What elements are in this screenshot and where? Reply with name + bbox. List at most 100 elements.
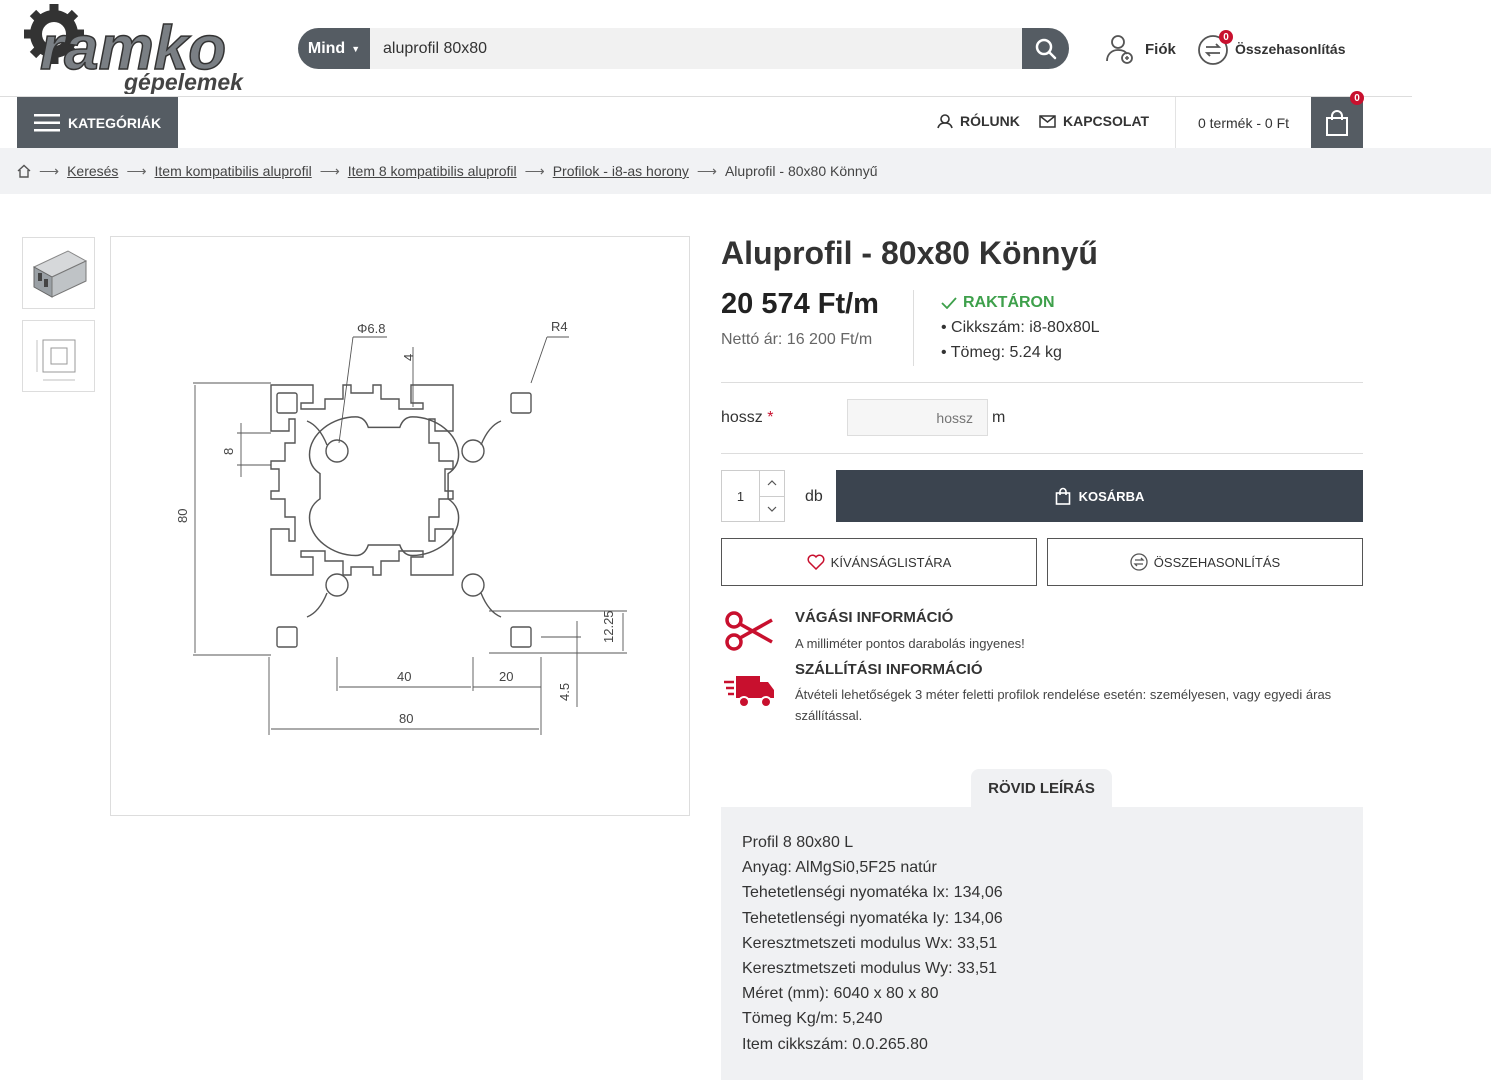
breadcrumb-arrow: ⟶ bbox=[696, 162, 717, 179]
dim-label-width: 80 bbox=[399, 711, 413, 726]
shipping-info-text: Átvételi lehetőségek 3 méter feletti pro… bbox=[795, 687, 1332, 723]
site-logo[interactable]: ramko gépelemek bbox=[16, 2, 266, 95]
breadcrumb-current: Aluprofil - 80x80 Könnyű bbox=[724, 163, 878, 179]
heart-icon bbox=[807, 554, 825, 570]
stock-status: RAKTÁRON bbox=[941, 294, 1055, 312]
divider bbox=[721, 382, 1363, 383]
compare-label: Összehasonlítás bbox=[1235, 41, 1346, 57]
account-link[interactable]: Fiók bbox=[1105, 33, 1176, 65]
compare-button-label: ÖSSZEHASONLÍTÁS bbox=[1153, 554, 1281, 570]
compare-arrows-icon bbox=[1130, 553, 1148, 571]
sku-text: Cikkszám: i8-80x80L bbox=[951, 319, 1100, 336]
description-line: Tehetetlenségi nyomatéka Ix: 134,06 bbox=[742, 884, 1003, 902]
compare-count-badge: 0 bbox=[1219, 30, 1233, 44]
product-price: 20 574 Ft/m bbox=[721, 288, 879, 320]
svg-text:gépelemek: gépelemek bbox=[123, 69, 244, 94]
categories-button[interactable]: KATEGÓRIÁK bbox=[17, 97, 178, 148]
breadcrumb-arrow: ⟶ bbox=[39, 162, 60, 179]
cutting-info-title: VÁGÁSI INFORMÁCIÓ bbox=[795, 609, 954, 626]
dim-label-8: 8 bbox=[221, 448, 236, 455]
check-icon bbox=[941, 297, 957, 309]
description-line: Keresztmetszeti modulus Wy: 33,51 bbox=[742, 960, 998, 978]
nav-about-link[interactable]: RÓLUNK bbox=[937, 113, 1020, 129]
wishlist-label: KÍVÁNSÁGLISTÁRA bbox=[830, 554, 952, 570]
length-unit: m bbox=[992, 409, 1006, 426]
dim-label-4: 4 bbox=[401, 354, 416, 361]
envelope-icon bbox=[1039, 114, 1056, 128]
required-marker: * bbox=[767, 409, 774, 426]
delivery-truck-icon bbox=[724, 670, 776, 717]
price-divider bbox=[913, 290, 914, 366]
account-label: Fiók bbox=[1145, 40, 1176, 58]
weight-text: Tömeg: 5.24 kg bbox=[950, 344, 1062, 361]
search-category-label: Mind bbox=[307, 39, 346, 57]
quantity-input[interactable]: 1 bbox=[722, 471, 760, 521]
compare-button[interactable]: ÖSSZEHASONLÍTÁS bbox=[1047, 538, 1363, 586]
scissors-icon bbox=[724, 610, 776, 657]
breadcrumb-arrow: ⟶ bbox=[126, 162, 147, 179]
dim-label-40: 40 bbox=[397, 669, 411, 684]
breadcrumb-arrow: ⟶ bbox=[524, 162, 545, 179]
quantity-up-button[interactable] bbox=[760, 471, 784, 497]
add-to-cart-button[interactable]: KOSÁRBA bbox=[836, 470, 1363, 522]
chevron-down-icon bbox=[767, 506, 777, 512]
search-button[interactable] bbox=[1022, 28, 1069, 69]
categories-label: KATEGÓRIÁK bbox=[68, 114, 162, 131]
dim-label-radius: R4 bbox=[551, 319, 568, 334]
breadcrumb-link-item-compat[interactable]: Item kompatibilis aluprofil bbox=[155, 163, 312, 179]
caret-down-icon: ▼ bbox=[351, 43, 361, 54]
description-line: Profil 8 80x80 L bbox=[742, 834, 854, 851]
profile-drawing-thumb bbox=[36, 339, 75, 381]
product-title: Aluprofil - 80x80 Könnyű bbox=[721, 235, 1098, 271]
cart-count-badge: 0 bbox=[1350, 91, 1364, 105]
home-icon[interactable] bbox=[17, 164, 31, 178]
user-icon bbox=[1106, 35, 1133, 64]
breadcrumb-link-search[interactable]: Keresés bbox=[67, 163, 118, 179]
profile-photo-image bbox=[32, 250, 87, 298]
quantity-down-button[interactable] bbox=[760, 497, 784, 522]
product-sku: • Cikkszám: i8-80x80L bbox=[941, 319, 1100, 336]
profile-technical-drawing: Φ6.8 R4 4 8 80 12.25 40 20 4.5 80 bbox=[175, 319, 627, 735]
dim-label-4-5: 4.5 bbox=[557, 683, 572, 701]
description-line: Tömeg Kg/m: 5,240 bbox=[742, 1010, 883, 1028]
shopping-bag-icon bbox=[1055, 487, 1070, 505]
tab-short-description[interactable]: RÖVID LEÍRÁS bbox=[971, 769, 1112, 807]
breadcrumb-arrow: ⟶ bbox=[319, 162, 340, 179]
stock-label: RAKTÁRON bbox=[963, 294, 1055, 311]
cart-summary[interactable]: 0 termék - 0 Ft bbox=[1175, 97, 1311, 148]
dim-label-20: 20 bbox=[499, 669, 513, 684]
breadcrumb-link-profiles[interactable]: Profilok - i8-as horony bbox=[553, 163, 689, 179]
product-main-image[interactable]: Φ6.8 R4 4 8 80 12.25 40 20 4.5 80 bbox=[110, 236, 690, 816]
shipping-info-title: SZÁLLÍTÁSI INFORMÁCIÓ bbox=[795, 661, 983, 678]
description-line: Keresztmetszeti modulus Wx: 33,51 bbox=[742, 934, 998, 952]
breadcrumb: ⟶ Keresés ⟶ Item kompatibilis aluprofil … bbox=[0, 148, 1491, 194]
length-label-text: hossz bbox=[721, 409, 763, 426]
short-description-panel: Profil 8 80x80 L Anyag: AlMgSi0,5F25 nat… bbox=[721, 807, 1363, 1080]
nav-contact-label: KAPCSOLAT bbox=[1063, 113, 1150, 129]
thumbnail-photo[interactable] bbox=[22, 237, 95, 309]
product-net-price: Nettó ár: 16 200 Ft/m bbox=[721, 331, 873, 348]
dim-label-height: 80 bbox=[175, 509, 190, 523]
search-category-select[interactable]: Mind ▼ bbox=[298, 28, 370, 69]
description-line: Anyag: AlMgSi0,5F25 natúr bbox=[742, 859, 937, 877]
divider bbox=[721, 453, 1363, 454]
quantity-unit: db bbox=[805, 488, 823, 505]
description-line: Tehetetlenségi nyomatéka Iy: 134,06 bbox=[742, 909, 1003, 927]
chevron-up-icon bbox=[767, 480, 777, 486]
quantity-stepper: 1 bbox=[721, 470, 785, 522]
dim-label-12-25: 12.25 bbox=[601, 610, 616, 643]
thumbnail-drawing[interactable] bbox=[22, 320, 95, 392]
compare-link[interactable]: 0 Összehasonlítás bbox=[1197, 30, 1346, 65]
add-to-cart-label: KOSÁRBA bbox=[1078, 488, 1145, 504]
hamburger-icon bbox=[34, 113, 60, 131]
breadcrumb-link-item8[interactable]: Item 8 kompatibilis aluprofil bbox=[348, 163, 517, 179]
product-weight: • Tömeg: 5.24 kg bbox=[941, 344, 1062, 361]
shopping-bag-icon bbox=[1326, 109, 1348, 136]
search-input[interactable] bbox=[370, 28, 1022, 69]
wishlist-button[interactable]: KÍVÁNSÁGLISTÁRA bbox=[721, 538, 1037, 586]
search-bar: Mind ▼ bbox=[298, 28, 1069, 69]
description-line: Méret (mm): 6040 x 80 x 80 bbox=[742, 985, 939, 1003]
nav-contact-link[interactable]: KAPCSOLAT bbox=[1039, 113, 1149, 129]
length-input[interactable] bbox=[847, 399, 988, 436]
logo-gear-icon: ramko gépelemek bbox=[24, 4, 244, 95]
